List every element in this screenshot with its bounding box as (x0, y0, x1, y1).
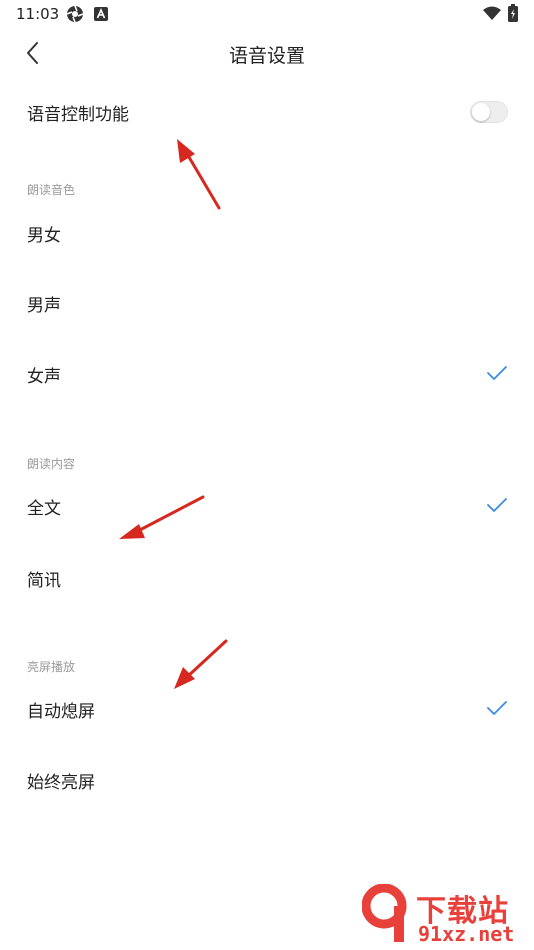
watermark: 下载站 91xz.net (362, 884, 530, 946)
option-row-content-brief[interactable]: 简讯 (0, 550, 534, 606)
toggle-knob (472, 103, 490, 121)
battery-icon (508, 4, 518, 22)
check-icon (487, 701, 507, 715)
status-time: 11:03 (16, 5, 60, 23)
option-label: 女声 (27, 367, 61, 387)
status-bar: 11:03 (0, 0, 534, 28)
option-row-screen-auto-off[interactable]: 自动熄屏 (0, 681, 534, 737)
option-label: 全文 (27, 499, 61, 519)
annotation-arrow-1 (177, 139, 221, 210)
option-label: 男声 (27, 296, 61, 316)
section-label-content: 朗读内容 (27, 457, 76, 471)
option-label: 男女 (27, 226, 61, 246)
header: 语音设置 (0, 28, 534, 78)
watermark-url: 91xz.net (418, 922, 515, 946)
option-label: 自动熄屏 (27, 702, 95, 722)
voice-control-toggle[interactable] (470, 101, 508, 123)
option-label: 简讯 (27, 571, 61, 591)
option-label: 始终亮屏 (27, 773, 95, 793)
watermark-logo-icon (362, 884, 407, 942)
option-row-voice-female[interactable]: 女声 (0, 346, 534, 402)
aperture-icon (66, 5, 84, 23)
option-row-screen-always-on[interactable]: 始终亮屏 (0, 752, 534, 808)
app-a-icon (94, 7, 108, 21)
page-title: 语音设置 (228, 45, 305, 67)
voice-control-label: 语音控制功能 (27, 105, 129, 125)
option-row-voice-mixed[interactable]: 男女 (0, 205, 534, 261)
section-label-voice: 朗读音色 (27, 183, 76, 197)
option-row-voice-male[interactable]: 男声 (0, 275, 534, 331)
voice-control-row[interactable]: 语音控制功能 (0, 84, 534, 140)
option-row-content-full[interactable]: 全文 (0, 478, 534, 534)
check-icon (487, 366, 507, 380)
section-label-screen: 亮屏播放 (27, 660, 76, 674)
check-icon (487, 498, 507, 512)
wifi-icon (483, 6, 501, 20)
